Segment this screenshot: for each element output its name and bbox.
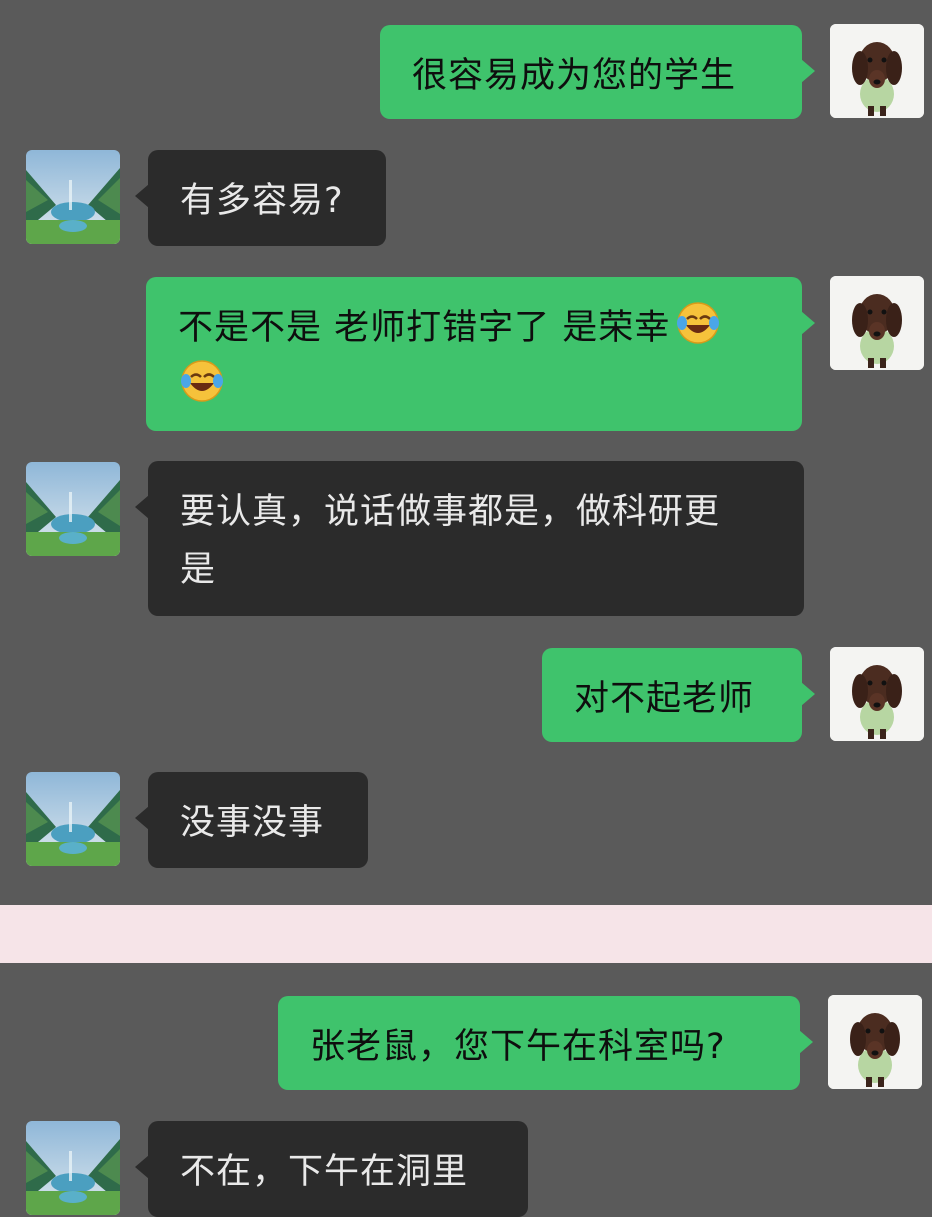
screenshot-divider [0,905,932,963]
message-text: 不在，下午在洞里 [180,1152,469,1192]
message-text-line: 不是不是 老师打错字了 是荣幸 [178,308,671,348]
dog-avatar-icon[interactable] [830,276,924,370]
message-text-line: 要认真，说话做事都是，做科研更 [180,492,721,532]
laughing-crying-emoji-icon [674,299,722,347]
message-text: 没事没事 [180,803,325,843]
message-bubble[interactable]: 张老鼠，您下午在科室吗? [278,996,813,1090]
message-bubble[interactable]: 对不起老师 [542,648,815,742]
message-bubble[interactable]: 没事没事 [135,772,368,868]
message-text: 很容易成为您的学生 [412,56,737,96]
message-bubble[interactable]: 要认真，说话做事都是，做科研更 是 [135,461,804,616]
landscape-avatar-icon[interactable] [26,150,120,244]
landscape-avatar-icon[interactable] [26,462,120,556]
dog-avatar-icon[interactable] [830,24,924,118]
chat-area: 很容易成为您的学生 有多容易? 不是不是 老师打错字了 是荣幸 要认真，说话做事… [0,0,932,1217]
dog-avatar-icon[interactable] [828,995,922,1089]
message-bubble[interactable]: 很容易成为您的学生 [380,25,815,119]
message-text-line: 是 [180,550,217,590]
message-text: 对不起老师 [574,679,755,719]
laughing-crying-emoji-icon [178,357,226,405]
dog-avatar-icon[interactable] [830,647,924,741]
message-bubble[interactable]: 不是不是 老师打错字了 是荣幸 [146,277,815,431]
landscape-avatar-icon[interactable] [26,772,120,866]
message-text: 有多容易? [180,181,344,221]
message-text: 张老鼠，您下午在科室吗? [310,1027,726,1067]
landscape-avatar-icon[interactable] [26,1121,120,1215]
message-bubble[interactable]: 不在，下午在洞里 [135,1121,528,1217]
message-bubble[interactable]: 有多容易? [135,150,386,246]
